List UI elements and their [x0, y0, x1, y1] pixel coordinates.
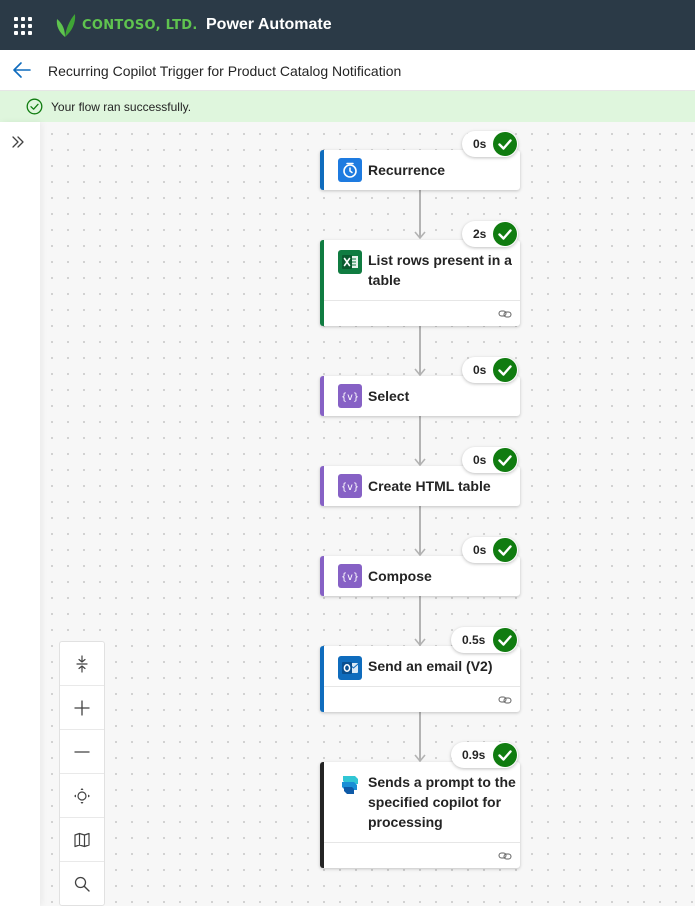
status-badge: 0.5s: [451, 627, 518, 653]
data-operation-icon: {v}: [338, 564, 362, 588]
flow-title: Recurring Copilot Trigger for Product Ca…: [48, 63, 402, 79]
status-badge: 2s: [462, 221, 518, 247]
success-check-icon: [493, 743, 517, 767]
status-badge: 0.9s: [451, 742, 518, 768]
connection-link-icon[interactable]: [498, 850, 512, 862]
success-banner: Your flow ran successfully.: [0, 91, 695, 122]
fit-view-icon: [74, 787, 90, 804]
svg-text:{v}: {v}: [341, 482, 359, 493]
step-duration: 0s: [473, 453, 487, 467]
success-check-icon: [493, 628, 517, 652]
search-button[interactable]: [60, 862, 104, 906]
step-label: List rows present in a table: [368, 252, 512, 288]
flow-step-send-email[interactable]: Send an email (V2): [320, 646, 520, 712]
back-arrow-icon[interactable]: [12, 61, 32, 79]
data-operation-icon: {v}: [338, 474, 362, 498]
step-duration: 0.9s: [462, 748, 486, 762]
success-check-icon: [493, 132, 517, 156]
flow-title-bar: Recurring Copilot Trigger for Product Ca…: [0, 50, 695, 91]
connection-link-icon[interactable]: [498, 308, 512, 320]
brand-name: CONTOSO, LTD.: [82, 18, 198, 33]
status-badge: 0s: [462, 131, 518, 157]
connection-link-icon[interactable]: [498, 694, 512, 706]
step-duration: 0s: [473, 543, 487, 557]
step-footer: [324, 686, 520, 712]
step-footer: [324, 842, 520, 868]
connector-arrow-icon: [414, 458, 426, 466]
step-duration: 0s: [473, 137, 487, 151]
app-header: CONTOSO, LTD. Power Automate: [0, 0, 695, 50]
status-badge: 0s: [462, 537, 518, 563]
connector-arrow-icon: [414, 548, 426, 556]
clock-icon: [338, 158, 362, 182]
step-label: Select: [368, 388, 410, 404]
step-label: Compose: [368, 568, 432, 584]
step-duration: 0.5s: [462, 633, 486, 647]
success-check-icon: [493, 358, 517, 382]
flow-step-copilot-prompt[interactable]: Sends a prompt to the specified copilot …: [320, 762, 520, 868]
excel-icon: [338, 250, 362, 274]
step-label: Sends a prompt to the specified copilot …: [368, 774, 516, 830]
outlook-icon: [338, 656, 362, 680]
step-label: Create HTML table: [368, 478, 491, 494]
svg-text:{v}: {v}: [341, 392, 359, 403]
fit-vertical-button[interactable]: [60, 642, 104, 686]
minimap-icon: [74, 832, 90, 847]
zoom-out-icon: [74, 750, 90, 753]
data-operation-icon: {v}: [338, 384, 362, 408]
step-footer: [324, 300, 520, 326]
fit-view-button[interactable]: [60, 774, 104, 818]
search-icon: [74, 876, 90, 892]
step-duration: 0s: [473, 363, 487, 377]
step-label: Recurrence: [368, 162, 446, 178]
success-check-icon: [493, 222, 517, 246]
connector-arrow-icon: [414, 754, 426, 762]
minimap-button[interactable]: [60, 818, 104, 862]
success-check-icon: [493, 538, 517, 562]
zoom-in-button[interactable]: [60, 686, 104, 730]
connector-arrow-icon: [414, 638, 426, 646]
banner-message: Your flow ran successfully.: [51, 100, 192, 114]
step-duration: 2s: [473, 227, 487, 241]
flow-step-list-rows[interactable]: List rows present in a table: [320, 240, 520, 326]
expand-panel-icon[interactable]: [10, 134, 26, 150]
success-check-icon: [493, 448, 517, 472]
canvas-controls: [59, 641, 105, 906]
zoom-in-icon: [74, 699, 90, 716]
product-name[interactable]: Power Automate: [206, 16, 332, 34]
fit-vertical-icon: [76, 654, 88, 673]
copilot-studio-icon: [338, 772, 362, 796]
app-launcher-icon[interactable]: [14, 17, 32, 35]
contoso-leaf-logo-icon: [56, 14, 76, 37]
left-rail: [0, 122, 40, 906]
zoom-out-button[interactable]: [60, 730, 104, 774]
status-badge: 0s: [462, 447, 518, 473]
svg-text:{v}: {v}: [341, 572, 359, 583]
success-check-circle-icon: [26, 98, 43, 115]
step-label: Send an email (V2): [368, 658, 493, 674]
status-badge: 0s: [462, 357, 518, 383]
connector-arrow-icon: [414, 368, 426, 376]
connector-arrow-icon: [414, 231, 426, 239]
